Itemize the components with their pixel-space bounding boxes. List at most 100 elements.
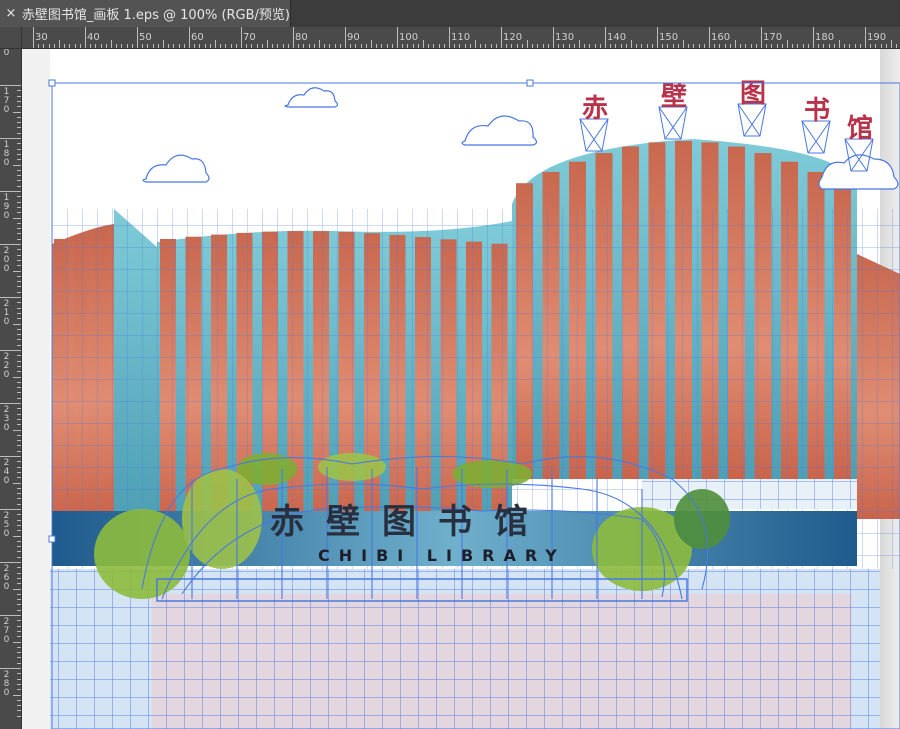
ruler-minor-tick	[17, 334, 21, 336]
ruler-minor-tick	[542, 44, 544, 48]
ruler-minor-tick	[17, 678, 21, 680]
ruler-minor-tick	[17, 466, 21, 468]
ruler-minor-tick	[438, 44, 440, 48]
ruler-minor-tick	[17, 201, 21, 203]
ruler-minor-tick	[17, 397, 21, 399]
ruler-minor-tick	[235, 44, 237, 48]
ruler-label: 1 8 0	[3, 140, 10, 168]
ruler-minor-tick	[163, 40, 164, 48]
ruler-minor-tick	[636, 44, 638, 48]
ruler-minor-tick	[17, 281, 21, 283]
ruler-minor-tick	[729, 44, 731, 48]
ruler-minor-tick	[859, 44, 861, 48]
ruler-minor-tick	[183, 44, 185, 48]
ruler-minor-tick	[17, 344, 21, 346]
ruler-minor-tick	[17, 418, 21, 420]
ruler-minor-tick	[319, 40, 320, 48]
ruler-minor-tick	[527, 40, 528, 48]
ruler-major-tick	[709, 27, 710, 48]
ruler-minor-tick	[17, 556, 21, 558]
ruler-minor-tick	[17, 710, 21, 712]
ruler-minor-tick	[521, 44, 523, 48]
ruler-minor-tick	[142, 44, 144, 48]
ruler-minor-tick	[839, 40, 840, 48]
ruler-minor-tick	[17, 116, 21, 118]
ruler-label: 50	[139, 32, 152, 43]
ruler-minor-tick	[126, 44, 128, 48]
ruler-minor-tick	[17, 609, 21, 611]
ruler-major-tick	[293, 27, 294, 48]
ruler-minor-tick	[13, 588, 21, 590]
ruler-minor-tick	[828, 44, 830, 48]
ruler-minor-tick	[17, 657, 21, 659]
horizontal-ruler[interactable]: 30 40 50 60 70 80 90 100 110 120 130 140 150 160 170 18…	[22, 27, 900, 49]
close-tab-icon[interactable]: ×	[0, 6, 22, 21]
ruler-minor-tick	[334, 44, 336, 48]
ruler-label: 30	[35, 32, 48, 43]
ruler-minor-tick	[417, 44, 419, 48]
rooftop-character: 壁	[661, 81, 687, 112]
vertical-ruler[interactable]: 0 1 7 0 1 8 0 1 9 0 2 0 0 2 1 0 2 2 0 2 3 0 2 4 …	[0, 49, 22, 729]
ruler-minor-tick	[256, 44, 258, 48]
ruler-major-tick	[0, 191, 21, 192]
ruler-minor-tick	[771, 44, 773, 48]
ruler-minor-tick	[17, 546, 21, 548]
ruler-major-tick	[553, 27, 554, 48]
ruler-minor-tick	[17, 153, 21, 155]
ruler-minor-tick	[516, 44, 518, 48]
ruler-minor-tick	[17, 689, 21, 691]
ruler-minor-tick	[17, 381, 21, 383]
ruler-minor-tick	[168, 44, 170, 48]
ruler-minor-tick	[480, 44, 482, 48]
ruler-minor-tick	[230, 44, 232, 48]
ruler-minor-tick	[111, 40, 112, 48]
ruler-minor-tick	[537, 44, 539, 48]
ruler-label: 0	[3, 49, 10, 58]
ruler-minor-tick	[147, 44, 149, 48]
ruler-minor-tick	[13, 535, 21, 537]
ruler-minor-tick	[17, 477, 21, 479]
artboard-window[interactable]: 赤壁图书馆 赤壁图书馆 CHIBI LIBRARY	[22, 49, 900, 729]
ruler-origin-corner[interactable]	[0, 27, 22, 49]
ruler-minor-tick	[194, 44, 196, 48]
ruler-minor-tick	[17, 265, 21, 267]
ruler-minor-tick	[17, 493, 21, 495]
ruler-minor-tick	[792, 44, 794, 48]
ruler-minor-tick	[896, 44, 898, 48]
ruler-minor-tick	[282, 44, 284, 48]
ruler-minor-tick	[787, 40, 788, 48]
ruler-minor-tick	[646, 44, 648, 48]
ruler-minor-tick	[17, 291, 21, 293]
ruler-minor-tick	[17, 180, 21, 182]
ruler-minor-tick	[532, 44, 534, 48]
ruler-major-tick	[0, 456, 21, 457]
ruler-label: 120	[503, 32, 523, 43]
ruler-minor-tick	[17, 583, 21, 585]
ruler-minor-tick	[407, 44, 409, 48]
ruler-major-tick	[0, 85, 21, 86]
ruler-minor-tick	[880, 44, 882, 48]
library-artwork[interactable]: 赤壁图书馆	[22, 49, 900, 729]
ruler-minor-tick	[17, 185, 21, 187]
document-tab[interactable]: × 赤壁图书馆_画板 1.eps @ 100% (RGB/预览)	[0, 0, 291, 27]
ruler-label: 60	[191, 32, 204, 43]
ruler-minor-tick	[579, 40, 580, 48]
ruler-minor-tick	[615, 44, 617, 48]
ruler-minor-tick	[433, 44, 435, 48]
ruler-minor-tick	[17, 238, 21, 240]
ruler-minor-tick	[17, 387, 21, 389]
ruler-minor-tick	[17, 286, 21, 288]
ruler-minor-tick	[287, 44, 289, 48]
ruler-minor-tick	[386, 44, 388, 48]
ruler-minor-tick	[823, 44, 825, 48]
ruler-minor-tick	[766, 44, 768, 48]
ruler-label: 150	[659, 32, 679, 43]
ruler-minor-tick	[755, 44, 757, 48]
ruler-minor-tick	[17, 371, 21, 373]
ruler-minor-tick	[797, 44, 799, 48]
ruler-label: 2 1 0	[3, 299, 10, 327]
ruler-minor-tick	[17, 461, 21, 463]
ruler-minor-tick	[17, 249, 21, 251]
ruler-minor-tick	[610, 44, 612, 48]
ruler-minor-tick	[17, 572, 21, 574]
